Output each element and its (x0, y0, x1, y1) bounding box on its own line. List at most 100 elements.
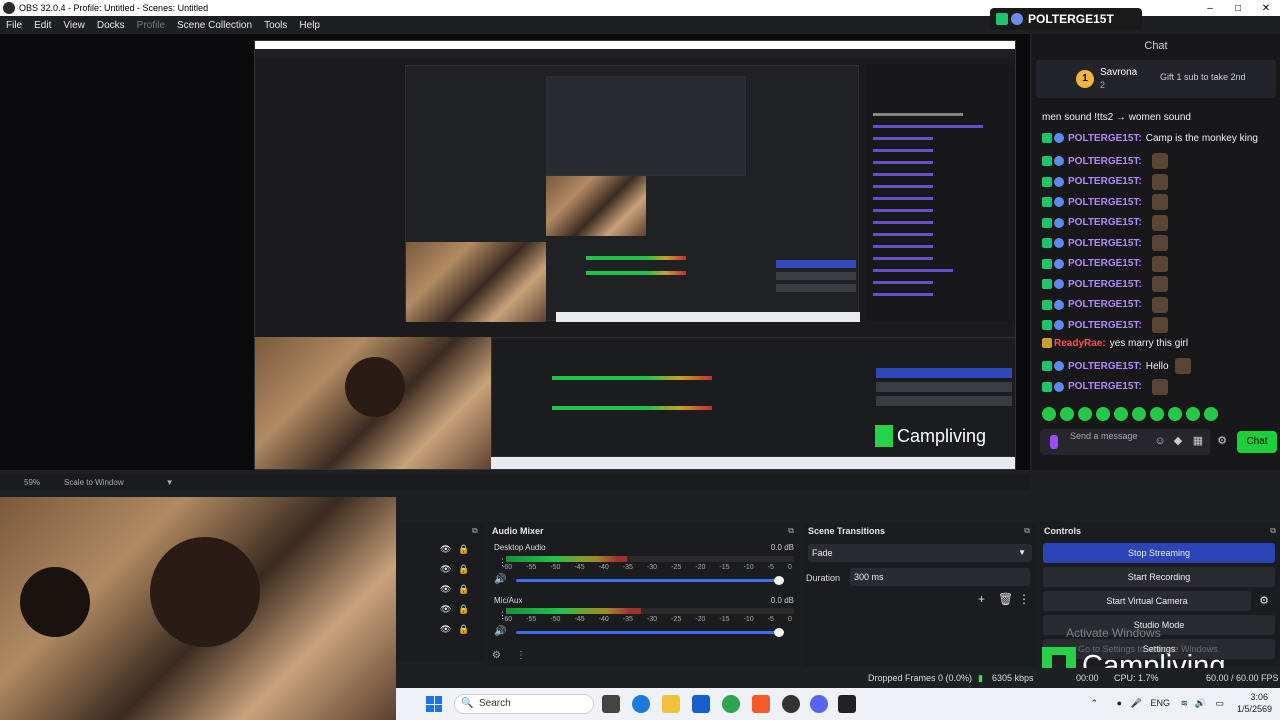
maximize-button[interactable]: □ (1224, 3, 1252, 14)
menu-tools[interactable]: Tools (258, 20, 293, 31)
bits-icon[interactable]: ◆ (1172, 435, 1184, 447)
source-lock-icon[interactable]: 🔒 (458, 584, 469, 595)
source-lock-icon[interactable]: 🔒 (458, 564, 469, 575)
brave-icon[interactable] (752, 695, 770, 713)
source-visibility-icon[interactable]: 👁 (440, 544, 451, 555)
volume-icon[interactable]: 🔊 (1195, 698, 1206, 709)
controls-float-icon[interactable]: ⧉ (1270, 526, 1276, 536)
menu-scene-collection[interactable]: Scene Collection (171, 20, 258, 31)
emote-bar[interactable] (1042, 407, 1218, 421)
chat-input[interactable]: Send a message (1040, 429, 1210, 455)
zoom-level[interactable]: 59% (24, 478, 40, 487)
chat-message: POLTERGE15T: (1042, 235, 1168, 251)
battery-icon[interactable]: ▭ (1215, 698, 1224, 709)
source-lock-icon[interactable]: 🔒 (458, 544, 469, 555)
chat-settings-icon[interactable]: ⚙ (1216, 435, 1228, 447)
clock-time[interactable]: 3:06 (1250, 692, 1268, 702)
menu-docks[interactable]: Docks (91, 20, 131, 31)
chat-username[interactable]: ReadyRae: (1054, 338, 1106, 349)
menu-view[interactable]: View (57, 20, 91, 31)
source-visibility-icon[interactable]: 👁 (440, 604, 451, 615)
menu-profile[interactable]: Profile (131, 20, 171, 31)
virtual-camera-settings-icon[interactable]: ⚙ (1254, 591, 1274, 611)
add-transition-icon[interactable]: + (978, 592, 985, 606)
chat-username[interactable]: POLTERGE15T: (1068, 320, 1142, 331)
mic-aux-mute-icon[interactable]: 🔊 (494, 626, 506, 637)
emote-icon (1151, 276, 1168, 292)
start-recording-button[interactable]: Start Recording (1043, 567, 1275, 587)
menu-help[interactable]: Help (293, 20, 326, 31)
close-button[interactable]: ✕ (1252, 3, 1280, 14)
chat-username[interactable]: POLTERGE15T: (1068, 176, 1142, 187)
scale-mode[interactable]: Scale to Window (64, 478, 124, 487)
chat-message: POLTERGE15T: Camp is the monkey king (1042, 133, 1258, 144)
emote-picker-icon[interactable]: ☺ (1154, 435, 1166, 447)
sub-badge-icon (1054, 217, 1064, 228)
transition-select[interactable]: Fade ▼ (808, 544, 1032, 562)
advanced-audio-icon[interactable]: ⚙ (492, 650, 501, 661)
source-lock-icon[interactable]: 🔒 (458, 604, 469, 615)
chat-username[interactable]: POLTERGE15T: (1068, 197, 1142, 208)
taskbar-search[interactable]: 🔍 Search (454, 694, 594, 714)
meter-tick: 0 (787, 564, 792, 571)
menu-file[interactable]: File (0, 20, 28, 31)
source-visibility-icon[interactable]: 👁 (440, 624, 451, 635)
sources-dock-float-icon[interactable]: ⧉ (472, 526, 478, 536)
tray-mic-icon[interactable]: 🎤 (1131, 698, 1142, 709)
obs-taskbar-icon[interactable] (782, 695, 800, 713)
source-visibility-icon[interactable]: 👁 (440, 564, 451, 575)
scale-mode-chevron-icon[interactable]: ▼ (166, 478, 174, 487)
remove-transition-icon[interactable]: 🗑 (998, 592, 1013, 606)
app-icon[interactable] (838, 695, 856, 713)
source-visibility-icon[interactable]: 👁 (440, 584, 451, 595)
minimize-button[interactable]: – (1196, 3, 1224, 14)
chat-username[interactable]: POLTERGE15T: (1068, 156, 1142, 167)
store-app-icon[interactable] (692, 695, 710, 713)
store-icon[interactable]: ▦ (1192, 435, 1204, 447)
desktop-audio-volume-slider[interactable] (516, 576, 784, 585)
pinned-leaderboard[interactable]: 1 Savrona 2 Gift 1 sub to take 2nd (1036, 60, 1276, 98)
menu-edit[interactable]: Edit (28, 20, 57, 31)
tray-app-icon[interactable]: ● (1117, 698, 1122, 708)
task-view-icon[interactable] (602, 695, 620, 713)
discord-icon[interactable] (810, 695, 828, 713)
mixer-menu-icon[interactable]: ⋮ (516, 650, 526, 661)
start-virtual-camera-button[interactable]: Start Virtual Camera (1043, 591, 1251, 611)
wifi-icon[interactable]: ≋ (1180, 698, 1188, 709)
desktop-audio-mute-icon[interactable]: 🔊 (494, 574, 506, 585)
preview-overlay-text: Campliving (897, 425, 987, 446)
emote-icon (1151, 317, 1168, 333)
transitions-float-icon[interactable]: ⧉ (1024, 526, 1030, 536)
chat-input-placeholder: Send a message (1070, 431, 1138, 441)
mic-aux-volume-slider[interactable] (516, 628, 784, 637)
chat-username[interactable]: POLTERGE15T: (1068, 361, 1142, 372)
desktop-audio-volume-knob[interactable] (774, 576, 784, 585)
chrome-icon[interactable] (722, 695, 740, 713)
meter-tick: -55 (526, 564, 537, 571)
clock-date[interactable]: 1/5/2569 (1237, 704, 1272, 714)
pinned-message: Gift 1 sub to take 2nd (1160, 72, 1246, 82)
chat-username[interactable]: POLTERGE15T: (1068, 279, 1142, 290)
chat-username[interactable]: POLTERGE15T: (1068, 381, 1142, 392)
chat-username[interactable]: POLTERGE15T: (1068, 238, 1142, 249)
chat-username[interactable]: POLTERGE15T: (1068, 217, 1142, 228)
duration-input[interactable]: 300 ms (850, 568, 1030, 586)
stream-time: 00:00 (1076, 673, 1099, 683)
windows-start-icon[interactable] (426, 696, 442, 712)
transition-menu-icon[interactable]: ⋮ (1018, 592, 1030, 606)
chat-username[interactable]: POLTERGE15T: (1068, 258, 1142, 269)
chat-username[interactable]: POLTERGE15T: (1068, 133, 1142, 144)
source-lock-icon[interactable]: 🔒 (458, 624, 469, 635)
mixer-float-icon[interactable]: ⧉ (788, 526, 794, 536)
emote-icon (1151, 153, 1168, 169)
tray-chevron-icon[interactable]: ⌃ (1090, 698, 1098, 709)
mic-aux-volume-knob[interactable] (774, 628, 784, 637)
chat-send-button[interactable]: Chat (1237, 431, 1277, 453)
file-explorer-icon[interactable] (662, 695, 680, 713)
sub-badge-icon (1054, 320, 1064, 330)
edge-icon[interactable] (632, 695, 650, 713)
chat-username[interactable]: POLTERGE15T: (1068, 299, 1142, 310)
preview-canvas[interactable]: Campliving (254, 40, 1016, 470)
language-indicator[interactable]: ENG (1150, 698, 1170, 708)
stop-streaming-button[interactable]: Stop Streaming (1043, 543, 1275, 563)
